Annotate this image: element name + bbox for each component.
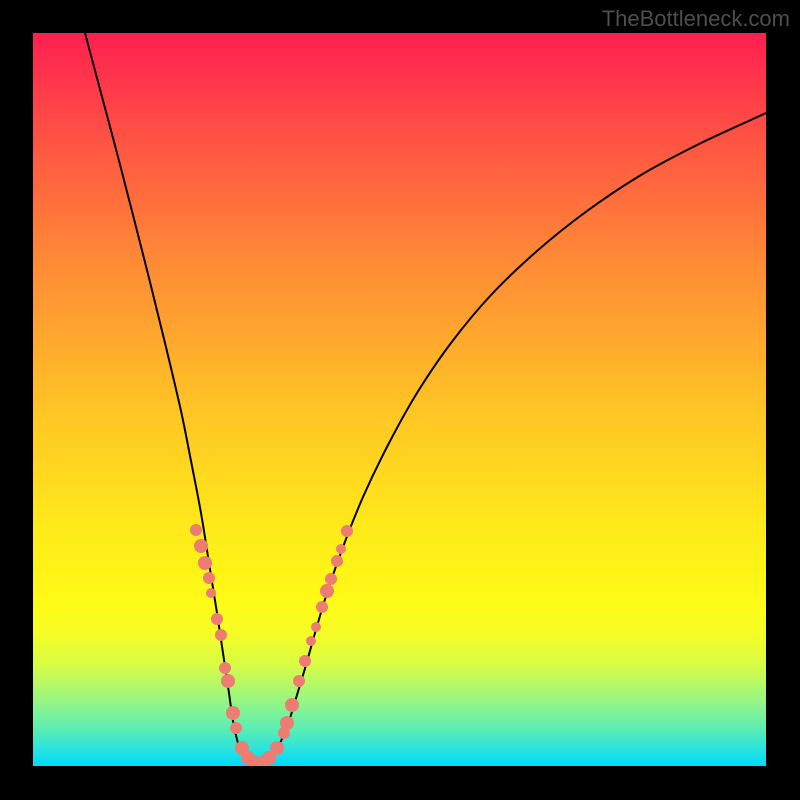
scatter-point — [331, 555, 343, 567]
chart-svg — [33, 33, 766, 766]
curve-group — [85, 33, 766, 763]
scatter-point — [293, 675, 305, 687]
scatter-point — [325, 573, 337, 585]
scatter-point — [306, 636, 316, 646]
scatter-point — [226, 706, 240, 720]
chart-container: TheBottleneck.com — [0, 0, 800, 800]
scatter-point — [316, 601, 328, 613]
scatter-point — [299, 655, 311, 667]
watermark-text: TheBottleneck.com — [602, 6, 790, 32]
scatter-point — [221, 674, 235, 688]
scatter-point — [194, 539, 208, 553]
scatter-point — [285, 698, 299, 712]
scatter-point — [215, 629, 227, 641]
curve-right — [258, 113, 766, 763]
scatter-point — [211, 613, 223, 625]
scatter-point — [203, 572, 215, 584]
scatter-point — [270, 741, 284, 755]
scatter-point — [198, 556, 212, 570]
scatter-point — [320, 584, 334, 598]
scatter-point — [206, 588, 216, 598]
scatter-point — [341, 525, 353, 537]
scatter-point — [219, 662, 231, 674]
curve-left — [85, 33, 258, 763]
scatter-point — [336, 544, 346, 554]
scatter-point — [230, 722, 242, 734]
scatter-point — [190, 524, 202, 536]
scatter-point — [311, 622, 321, 632]
scatter-points — [190, 524, 353, 766]
scatter-point — [280, 716, 294, 730]
